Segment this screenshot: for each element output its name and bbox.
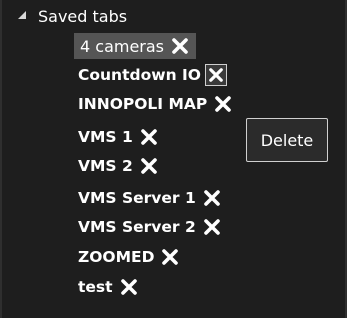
saved-tabs-panel: Saved tabs 4 cameras Countdown IO INNOPO…	[0, 0, 347, 318]
tree-item-vms-1[interactable]: VMS 1	[78, 124, 159, 150]
tree-item-label: ZOOMED	[78, 248, 155, 266]
tree-item-4-cameras[interactable]: 4 cameras	[74, 33, 197, 59]
tree-item-innopoli-map[interactable]: INNOPOLI MAP	[78, 91, 233, 117]
tree-item-vms-server-1[interactable]: VMS Server 1	[78, 185, 222, 211]
delete-tooltip: Delete	[246, 118, 328, 162]
close-icon[interactable]	[170, 36, 190, 56]
close-icon[interactable]	[202, 188, 222, 208]
close-icon[interactable]	[160, 247, 180, 267]
tree-item-label: test	[78, 278, 113, 296]
tree-item-vms-2[interactable]: VMS 2	[78, 153, 159, 179]
tree-root-saved-tabs[interactable]: Saved tabs	[18, 3, 127, 29]
tree-item-label: Countdown IO	[78, 66, 201, 84]
tree-item-test[interactable]: test	[78, 274, 139, 300]
caret-down-icon[interactable]	[18, 11, 26, 19]
tree-item-zoomed[interactable]: ZOOMED	[78, 244, 180, 270]
close-icon[interactable]	[204, 64, 227, 86]
tree-item-label: INNOPOLI MAP	[78, 95, 208, 113]
tree-item-countdown-io[interactable]: Countdown IO	[78, 62, 227, 88]
close-icon[interactable]	[213, 94, 233, 114]
tree-item-label: VMS Server 1	[78, 189, 196, 207]
close-icon[interactable]	[119, 277, 139, 297]
tooltip-text: Delete	[260, 130, 314, 150]
tree-item-label: 4 cameras	[80, 36, 165, 56]
tree-item-label: VMS Server 2	[78, 218, 196, 236]
tree-item-label: VMS 1	[78, 128, 133, 146]
tree-root-label: Saved tabs	[38, 6, 128, 26]
close-icon[interactable]	[139, 156, 159, 176]
tree-item-label: VMS 2	[78, 157, 133, 175]
tree-item-vms-server-2[interactable]: VMS Server 2	[78, 214, 222, 240]
close-icon[interactable]	[139, 127, 159, 147]
close-icon[interactable]	[202, 217, 222, 237]
